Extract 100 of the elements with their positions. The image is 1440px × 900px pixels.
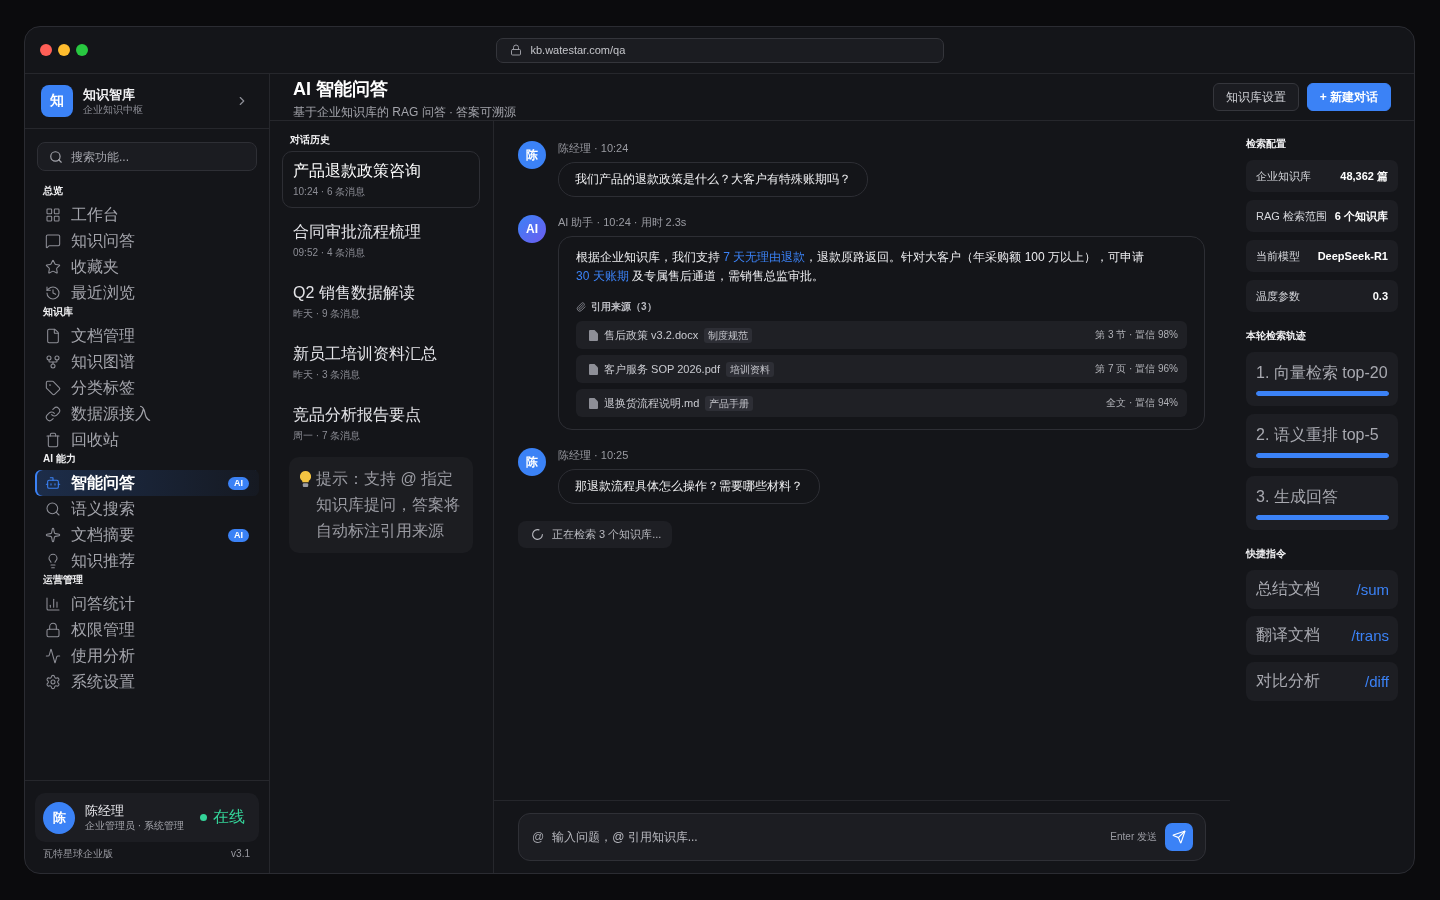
step-label: 2. 语义重排 top-5 (1256, 425, 1380, 445)
section-label: 检索配置 (1246, 138, 1287, 150)
source-file-name[interactable]: 客户服务 SOP 2026.pdf (604, 361, 720, 377)
edition-text: 瓦特星球企业版 (43, 848, 113, 860)
nav-item[interactable]: 使用分析 (35, 643, 259, 669)
ai-badge: AI (228, 528, 249, 542)
search-icon (49, 149, 63, 164)
window-minimize-icon[interactable] (58, 44, 70, 56)
address-bar[interactable]: kb.watestar.com/qa (495, 37, 944, 63)
shortcut-command[interactable]: 翻译文档 /trans (1246, 616, 1398, 655)
branch-icon (45, 354, 61, 370)
history-item[interactable]: Q2 销售数据解读 昨天 · 9 条消息 (282, 273, 480, 330)
nav-item[interactable]: 文档摘要 AI (35, 522, 259, 548)
brand-logo: 知 (41, 85, 73, 117)
config-label: RAG 检索范围 (1256, 208, 1327, 224)
shortcut-command[interactable]: 总结文档 /sum (1246, 570, 1398, 609)
citation-link[interactable]: 30 天账期 (576, 269, 629, 283)
paperclip-icon (576, 302, 586, 312)
nav-item[interactable]: 问答统计 (35, 591, 259, 617)
shortcut-command[interactable]: 对比分析 /diff (1246, 662, 1398, 701)
step-label: 3. 生成回答 (1256, 487, 1339, 507)
trash-icon (45, 432, 61, 448)
window-close-icon[interactable] (40, 44, 52, 56)
nav-item[interactable]: 回收站 (35, 427, 259, 453)
lock-icon (509, 44, 522, 56)
nav-item[interactable]: 最近浏览 (35, 280, 259, 306)
message-bubble: 那退款流程具体怎么操作？需要哪些材料？ (558, 469, 820, 504)
mention-symbol: @ (532, 830, 545, 844)
user-avatar: 陈 (43, 801, 75, 834)
user-avatar: 陈 (518, 448, 546, 476)
spinner-icon (531, 528, 544, 541)
tip-text: 提示：支持 @ 指定知识库提问，答案将自动标注引用来源 (316, 469, 461, 541)
nav-item[interactable]: 知识推荐 (35, 548, 259, 574)
category-tag: 制度规范 (704, 327, 753, 343)
nav-item[interactable]: 分类标签 (35, 375, 259, 401)
document-icon (45, 328, 61, 344)
user-name: 陈经理 (85, 803, 125, 819)
lightbulb-icon (45, 553, 61, 569)
nav-item[interactable]: 智能问答 AI (35, 470, 259, 496)
nav-item[interactable]: 工作台 (35, 202, 259, 228)
lock-icon (45, 622, 61, 638)
section-label: 运营管理 (43, 574, 84, 586)
nav-item[interactable]: 数据源接入 (35, 401, 259, 427)
assistant-avatar: AI (518, 215, 546, 243)
history-item[interactable]: 竞品分析报告要点 周一 · 7 条消息 (282, 395, 480, 452)
send-hint: Enter 发送 (1110, 830, 1157, 844)
message-meta: AI 助手 · 10:24 · 用时 2.3s (558, 215, 687, 229)
source-location: 全文 · 置信 94% (1106, 396, 1178, 410)
source-file-name[interactable]: 退换货流程说明.md (604, 395, 700, 411)
section-label: 知识库 (43, 306, 74, 318)
chat-bubble-icon (45, 233, 61, 249)
category-tag: 培训资料 (725, 361, 774, 377)
user-card[interactable]: 陈 陈经理 企业管理员 · 系统管理 在线 (35, 793, 259, 842)
online-status-text: 在线 (213, 807, 245, 827)
send-button[interactable] (1165, 823, 1193, 851)
nav-item[interactable]: 知识问答 (35, 228, 259, 254)
source-location: 第 3 节 · 置信 98% (1095, 328, 1178, 342)
message-bubble: 我们产品的退款政策是什么？大客户有特殊账期吗？ (558, 162, 868, 197)
config-value: 6 个知识库 (1334, 208, 1388, 224)
step-label: 1. 向量检索 top-20 (1256, 363, 1389, 383)
history-item[interactable]: 新员工培训资料汇总 昨天 · 3 条消息 (282, 334, 480, 391)
file-icon (589, 397, 598, 409)
settings-button[interactable]: 知识库设置 (1212, 83, 1299, 111)
file-icon (589, 363, 598, 375)
star-icon (45, 259, 61, 275)
search-field[interactable]: 搜索功能... (37, 142, 257, 171)
nav-item[interactable]: 收藏夹 (35, 254, 259, 280)
page-subtitle: 基于企业知识库的 RAG 问答 · 答案可溯源 (293, 103, 518, 120)
lightbulb-icon (300, 471, 311, 487)
retrieval-status-text: 正在检索 3 个知识库... (552, 527, 662, 542)
message-input[interactable]: 输入问题，@ 引用知识库... (552, 830, 1103, 844)
config-label: 当前模型 (1256, 248, 1300, 264)
source-file-name[interactable]: 售后政策 v3.2.docx (604, 327, 699, 343)
nav-item[interactable]: 语义搜索 (35, 496, 259, 522)
bar-chart-icon (45, 596, 61, 612)
tag-icon (45, 380, 61, 396)
file-icon (589, 329, 598, 341)
citation-link[interactable]: 7 天无理由退款 (723, 250, 806, 264)
version-text: v3.1 (231, 848, 250, 860)
nav-item[interactable]: 文档管理 (35, 323, 259, 349)
answer-text: 根据企业知识库，我们支持 7 天无理由退款，退款原路返回。针对大客户（年采购额 100 万以上），可申请 30 天账期 及专属售后通道，需销售总监审批。 (576, 249, 1146, 285)
search-input[interactable]: 搜索功能... (71, 149, 245, 164)
window-maximize-icon[interactable] (76, 44, 88, 56)
section-label: 快捷指令 (1246, 548, 1287, 560)
category-tag: 产品手册 (705, 395, 754, 411)
nav-item[interactable]: 权限管理 (35, 617, 259, 643)
nav-item[interactable]: 系统设置 (35, 669, 259, 695)
history-item[interactable]: 产品退款政策咨询 10:24 · 6 条消息 (282, 151, 480, 208)
history-item[interactable]: 合同审批流程梳理 09:52 · 4 条消息 (282, 212, 480, 269)
config-value: DeepSeek-R1 (1317, 250, 1388, 262)
message-meta: 陈经理 · 10:24 (558, 141, 629, 155)
grid-icon (45, 207, 61, 223)
new-chat-button[interactable]: + 新建对话 (1306, 83, 1391, 111)
user-role: 企业管理员 · 系统管理 (85, 819, 185, 832)
config-value: 0.3 (1372, 290, 1388, 302)
link-icon (45, 406, 61, 422)
section-label: 对话历史 (290, 134, 331, 146)
page-title: AI 智能问答 (293, 77, 389, 100)
settings-icon (45, 674, 61, 690)
nav-item[interactable]: 知识图谱 (35, 349, 259, 375)
